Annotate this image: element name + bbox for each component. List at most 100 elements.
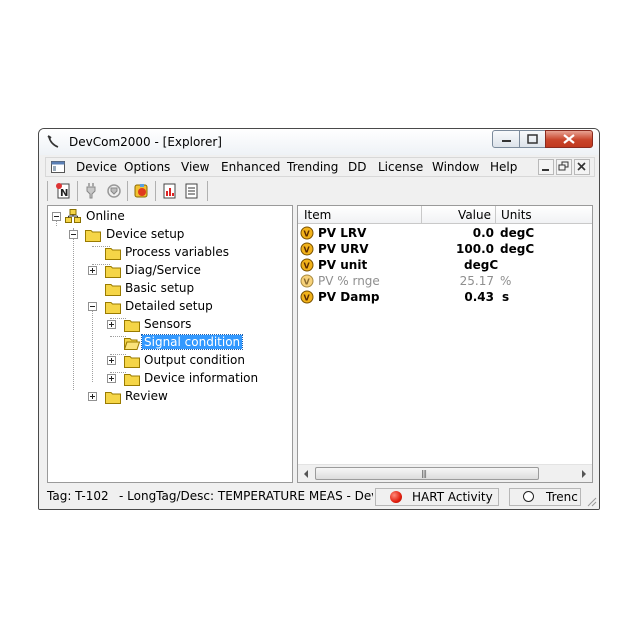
window-title: DevCom2000 - [Explorer] <box>69 135 222 149</box>
column-header-units[interactable]: Units <box>496 206 592 224</box>
tree-label-device-setup[interactable]: Device setup <box>104 227 186 241</box>
maximize-button[interactable] <box>519 130 546 148</box>
tree-node-basic-setup[interactable]: Basic setup <box>48 280 288 298</box>
close-button[interactable] <box>545 130 593 148</box>
close-icon <box>577 162 586 171</box>
hart-activity-led-icon <box>390 491 402 503</box>
disconnect-button[interactable] <box>83 182 101 200</box>
child-close-button[interactable] <box>574 159 590 175</box>
scroll-left-icon[interactable] <box>301 469 311 479</box>
tree-label-device-information[interactable]: Device information <box>142 371 260 385</box>
child-restore-button[interactable] <box>556 159 572 175</box>
folder-icon <box>105 392 121 404</box>
tree-label-process-variables[interactable]: Process variables <box>123 245 231 259</box>
column-header-item[interactable]: Item <box>298 206 422 224</box>
menu-device[interactable]: Device <box>76 160 117 174</box>
row-value: 100.0 <box>456 242 494 256</box>
list-row[interactable]: V PV URV 100.0 degC <box>298 241 592 257</box>
tree-label-sensors[interactable]: Sensors <box>142 317 193 331</box>
menu-enhanced[interactable]: Enhanced <box>221 160 280 174</box>
status-trend: Trenc <box>509 488 581 506</box>
collapse-icon[interactable] <box>88 302 97 311</box>
toolbar-separator <box>127 181 128 201</box>
collapse-icon[interactable] <box>52 212 61 221</box>
close-icon <box>563 134 575 144</box>
row-units: degC <box>500 226 535 240</box>
device-status-button[interactable] <box>133 182 151 200</box>
variable-icon: V <box>300 226 314 240</box>
tree-node-online[interactable]: Online <box>48 208 288 226</box>
expand-icon[interactable] <box>107 374 116 383</box>
folder-open-icon <box>105 302 121 314</box>
tree-label-basic-setup[interactable]: Basic setup <box>123 281 196 295</box>
status-trend-label: Trenc <box>546 490 578 504</box>
list-row[interactable]: V PV Damp 0.43 s <box>298 289 592 305</box>
tree-node-signal-condition[interactable]: Signal condition <box>48 334 288 352</box>
minimize-button[interactable] <box>492 130 520 148</box>
expand-icon[interactable] <box>107 320 116 329</box>
tree-label-review[interactable]: Review <box>123 389 170 403</box>
horizontal-scrollbar[interactable]: ||| <box>298 464 592 482</box>
variable-readonly-icon: V <box>300 274 314 288</box>
menu-options[interactable]: Options <box>124 160 170 174</box>
report-button[interactable] <box>161 182 179 200</box>
tree-node-device-information[interactable]: Device information <box>48 370 288 388</box>
tree-node-review[interactable]: Review <box>48 388 288 406</box>
scroll-right-icon[interactable] <box>579 469 589 479</box>
report-icon <box>163 183 176 199</box>
child-window-icon[interactable] <box>51 161 65 173</box>
status-device-info: Tag: T-102 - LongTag/Desc: TEMPERATURE M… <box>45 488 373 506</box>
expand-icon[interactable] <box>88 392 97 401</box>
row-item: PV % rnge <box>318 274 380 288</box>
plug-icon <box>86 183 96 199</box>
plug-connect-icon <box>107 184 121 198</box>
tree-node-process-variables[interactable]: Process variables <box>48 244 288 262</box>
menu-help[interactable]: Help <box>490 160 517 174</box>
folder-icon <box>105 284 121 296</box>
row-units: s <box>502 290 510 304</box>
document-button[interactable] <box>183 182 201 200</box>
status-hart-activity: HART Activity <box>375 488 499 506</box>
tree-label-diag-service[interactable]: Diag/Service <box>123 263 203 277</box>
parameter-list[interactable]: Item Value Units V PV LRV 0.0 degC V PV … <box>297 205 593 483</box>
tree-node-detailed-setup[interactable]: Detailed setup <box>48 298 288 316</box>
toolbar: N <box>45 179 595 203</box>
column-header-value[interactable]: Value <box>422 206 496 224</box>
resize-grip-icon[interactable] <box>587 497 597 507</box>
tree-node-output-condition[interactable]: Output condition <box>48 352 288 370</box>
toolbar-separator <box>207 181 208 201</box>
restore-icon <box>558 161 569 171</box>
new-connection-button[interactable]: N <box>55 182 73 200</box>
folder-icon <box>124 356 140 368</box>
menu-view[interactable]: View <box>181 160 209 174</box>
tree-node-sensors[interactable]: Sensors <box>48 316 288 334</box>
title-bar[interactable]: DevCom2000 - [Explorer] <box>39 129 599 155</box>
folder-open-icon <box>85 230 101 242</box>
expand-icon[interactable] <box>107 356 116 365</box>
toolbar-separator <box>77 181 78 201</box>
row-item: PV Damp <box>318 290 380 304</box>
tree-label-online[interactable]: Online <box>84 209 127 223</box>
folder-icon <box>105 248 121 260</box>
tree-label-signal-condition[interactable]: Signal condition <box>140 334 244 350</box>
list-row[interactable]: V PV unit degC <box>298 257 592 273</box>
menu-window[interactable]: Window <box>432 160 479 174</box>
menu-license[interactable]: License <box>378 160 423 174</box>
tree-node-device-setup[interactable]: Device setup <box>48 226 288 244</box>
tree-label-output-condition[interactable]: Output condition <box>142 353 247 367</box>
folder-icon <box>124 374 140 386</box>
expand-icon[interactable] <box>88 266 97 275</box>
menu-trending[interactable]: Trending <box>287 160 338 174</box>
connect-button[interactable] <box>105 182 123 200</box>
collapse-icon[interactable] <box>69 230 78 239</box>
menu-dd[interactable]: DD <box>348 160 366 174</box>
child-minimize-button[interactable] <box>538 159 554 175</box>
list-row[interactable]: V PV LRV 0.0 degC <box>298 225 592 241</box>
tree-node-diag-service[interactable]: Diag/Service <box>48 262 288 280</box>
tree-label-detailed-setup[interactable]: Detailed setup <box>123 299 215 313</box>
list-row[interactable]: V PV % rnge 25.17 % <box>298 273 592 289</box>
scrollbar-thumb[interactable]: ||| <box>315 467 539 480</box>
row-value: 0.43 <box>464 290 494 304</box>
row-item: PV LRV <box>318 226 367 240</box>
device-tree[interactable]: Online Device setup Process variables Di… <box>47 205 293 483</box>
